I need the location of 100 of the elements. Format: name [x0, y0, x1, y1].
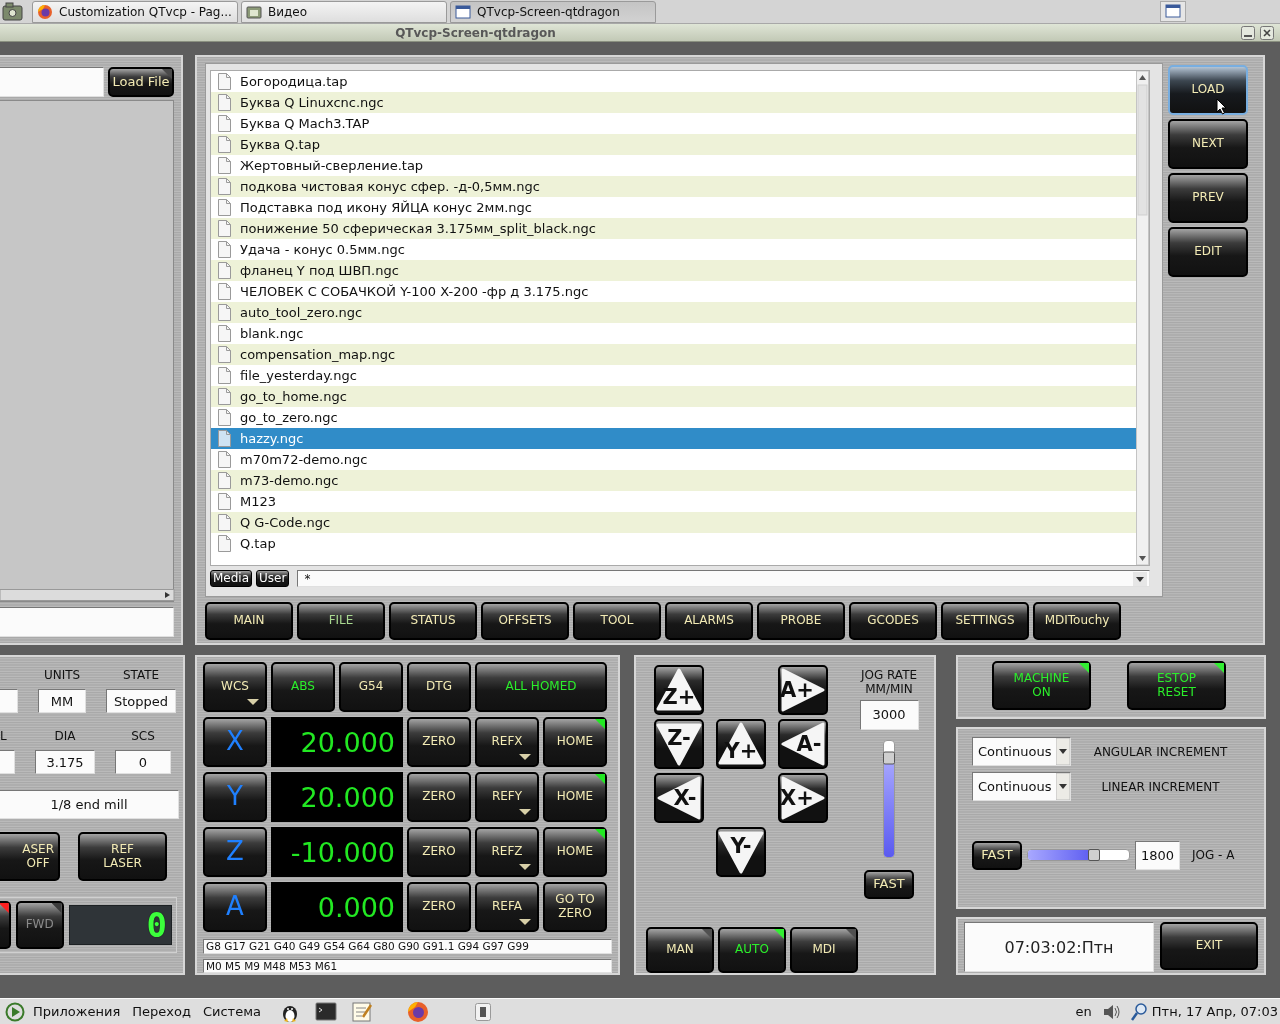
fast-button[interactable]: FAST: [972, 840, 1022, 870]
menu-item[interactable]: Система: [202, 1004, 261, 1019]
file-list-item[interactable]: go_to_zero.ngc: [211, 407, 1136, 428]
jog-button[interactable]: Y-: [716, 827, 766, 877]
file-list-item[interactable]: Буква Q Linuxcnc.ngc: [211, 92, 1136, 113]
file-action-button[interactable]: PREV: [1168, 173, 1248, 223]
dro-mode-button[interactable]: ABS: [271, 662, 335, 712]
load-file-button[interactable]: Load File: [108, 67, 174, 97]
jog-button[interactable]: Z-: [654, 719, 704, 769]
file-list-item[interactable]: blank.ngc: [211, 323, 1136, 344]
window-tab[interactable]: Видео: [241, 0, 447, 23]
machine-button[interactable]: ESTOP RESET: [1127, 661, 1226, 710]
home-button[interactable]: HOME: [543, 827, 607, 877]
caret-icon: [519, 809, 531, 815]
spindle-button[interactable]: [0, 901, 11, 949]
jog-button[interactable]: Y+: [716, 719, 766, 769]
jog-speed-field[interactable]: 1800: [1135, 840, 1180, 870]
page-tab[interactable]: TOOL: [573, 602, 661, 640]
file-list-item[interactable]: Подставка под икону ЯЙЦА конус 2мм.ngc: [211, 197, 1136, 218]
axis-button[interactable]: Y: [203, 772, 267, 822]
filter-button[interactable]: User: [256, 570, 290, 587]
file-list-item[interactable]: file_yesterday.ngc: [211, 365, 1136, 386]
filter-dropdown[interactable]: *: [297, 570, 1150, 587]
file-list-item[interactable]: go_to_home.ngc: [211, 386, 1136, 407]
file-list-item[interactable]: ЧЕЛОВЕК С СОБАЧКОЙ Y-100 X-200 -фр д 3.175.ngc: [211, 281, 1136, 302]
file-action-button[interactable]: EDIT: [1168, 227, 1248, 277]
home-button[interactable]: HOME: [543, 717, 607, 767]
page-tab[interactable]: MDITouchy: [1033, 602, 1121, 640]
file-list-item[interactable]: Жертовный-сверление.tap: [211, 155, 1136, 176]
path-field[interactable]: [0, 607, 174, 637]
zero-button[interactable]: ZERO: [407, 827, 471, 877]
zero-button[interactable]: ZERO: [407, 882, 471, 932]
file-list-item[interactable]: Q.tap: [211, 533, 1136, 554]
file-list-item[interactable]: Буква Q.tap: [211, 134, 1136, 155]
reference-button[interactable]: REFY: [475, 772, 539, 822]
page-tab[interactable]: GCODES: [849, 602, 937, 640]
page-tab[interactable]: FILE: [297, 602, 385, 640]
spindle-button[interactable]: FWD: [15, 901, 64, 949]
file-list-item[interactable]: Богородица.tap: [211, 71, 1136, 92]
zero-button[interactable]: ZERO: [407, 717, 471, 767]
file-action-button[interactable]: NEXT: [1168, 119, 1248, 169]
page-tab[interactable]: PROBE: [757, 602, 845, 640]
window-tab[interactable]: Customization QTvcp - Pag...: [32, 0, 238, 23]
mode-button[interactable]: AUTO: [718, 927, 786, 973]
file-list-item[interactable]: auto_tool_zero.ngc: [211, 302, 1136, 323]
page-tab[interactable]: MAIN: [205, 602, 293, 640]
jog-speed-slider[interactable]: [1027, 849, 1130, 862]
jog-rate-field[interactable]: 3000: [859, 699, 919, 730]
file-list-item[interactable]: подкова чистовая конус сфер. -д-0,5мм.ngc: [211, 176, 1136, 197]
reference-button[interactable]: REFZ: [475, 827, 539, 877]
window-tab[interactable]: QTvcp-Screen-qtdragon: [450, 0, 656, 23]
page-tab[interactable]: OFFSETS: [481, 602, 569, 640]
home-button[interactable]: HOME: [543, 772, 607, 822]
jog-button[interactable]: A+: [778, 665, 828, 715]
file-path-field[interactable]: [0, 67, 104, 97]
increment-dropdown[interactable]: Continuous: [972, 772, 1071, 802]
page-tab[interactable]: SETTINGS: [941, 602, 1029, 640]
reference-button[interactable]: REFA: [475, 882, 539, 932]
jog-button[interactable]: A-: [778, 719, 828, 769]
jog-rate-slider[interactable]: [883, 739, 895, 858]
file-list-item[interactable]: hazzy.ngc: [211, 428, 1136, 449]
mode-button[interactable]: MDI: [790, 927, 858, 973]
axis-button[interactable]: Z: [203, 827, 267, 877]
mode-button[interactable]: MAN: [646, 927, 714, 973]
jog-button[interactable]: Z+: [654, 665, 704, 715]
menu-item[interactable]: Приложения: [33, 1004, 121, 1019]
slider-handle[interactable]: [883, 751, 895, 765]
file-list-item[interactable]: Удача - конус 0.5мм.ngc: [211, 239, 1136, 260]
laser-button[interactable]: ASER OFF: [0, 832, 60, 881]
jog-button[interactable]: X+: [778, 773, 828, 823]
increment-dropdown[interactable]: Continuous: [972, 737, 1071, 767]
file-list-item[interactable]: m73-demo.ngc: [211, 470, 1136, 491]
page-tab[interactable]: STATUS: [389, 602, 477, 640]
dro-mode-button[interactable]: WCS: [203, 662, 267, 712]
reference-button[interactable]: REFX: [475, 717, 539, 767]
dro-mode-button[interactable]: DTG: [407, 662, 471, 712]
machine-button[interactable]: MACHINE ON: [992, 661, 1091, 710]
keyboard-layout-indicator[interactable]: en: [1075, 1004, 1092, 1019]
file-list-item[interactable]: Буква Q Mach3.TAP: [211, 113, 1136, 134]
exit-button[interactable]: EXIT: [1160, 922, 1258, 970]
file-action-button[interactable]: LOAD: [1168, 65, 1248, 115]
home-button[interactable]: GO TO ZERO: [543, 882, 607, 932]
axis-button[interactable]: X: [203, 717, 267, 767]
dro-mode-button[interactable]: ALL HOMED: [475, 662, 607, 712]
file-list-item[interactable]: M123: [211, 491, 1136, 512]
menu-item[interactable]: Переход: [132, 1004, 191, 1019]
window-title: QTvcp-Screen-qtdragon: [394, 25, 557, 40]
page-tab[interactable]: ALARMS: [665, 602, 753, 640]
file-list-item[interactable]: фланец Y под ШВП.ngc: [211, 260, 1136, 281]
jog-button[interactable]: X-: [654, 773, 704, 823]
file-list-item[interactable]: понижение 50 сферическая 3.175мм_split_black.ngc: [211, 218, 1136, 239]
laser-button[interactable]: REF LASER: [78, 832, 167, 881]
filter-button[interactable]: Media: [210, 570, 253, 587]
dro-mode-button[interactable]: G54: [339, 662, 403, 712]
file-list-item[interactable]: compensation_map.ngc: [211, 344, 1136, 365]
file-list-item[interactable]: m70m72-demo.ngc: [211, 449, 1136, 470]
file-list-item[interactable]: Q G-Code.ngc: [211, 512, 1136, 533]
fast-button[interactable]: FAST: [864, 869, 914, 899]
zero-button[interactable]: ZERO: [407, 772, 471, 822]
axis-button[interactable]: A: [203, 882, 267, 932]
